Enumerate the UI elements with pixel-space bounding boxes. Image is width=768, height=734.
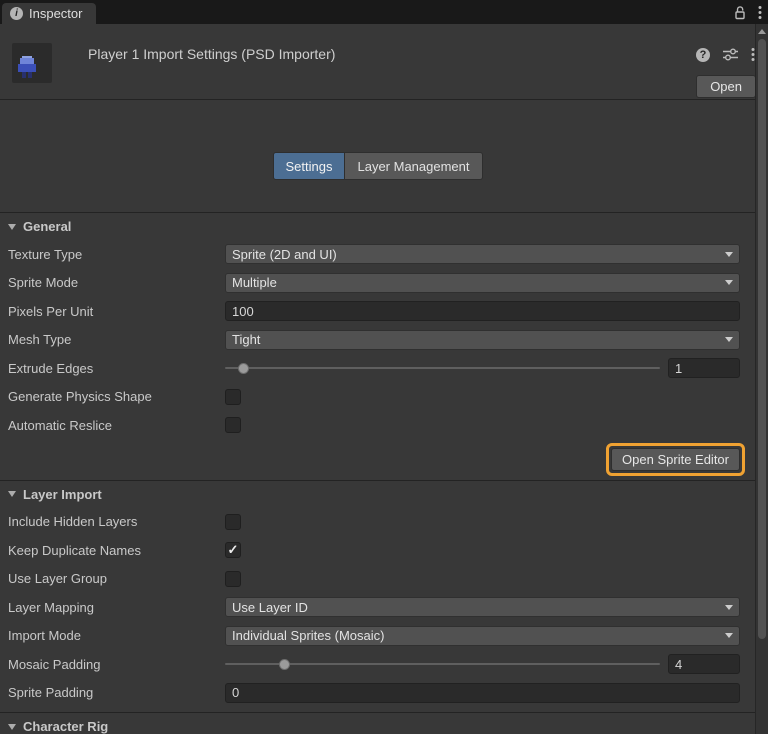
slider-handle[interactable] (279, 658, 291, 670)
unlock-icon[interactable] (734, 5, 746, 20)
chevron-down-icon (725, 604, 733, 610)
field-row-texture-type: Texture Type Sprite (2D and UI) (0, 240, 755, 269)
header-actions: ? (696, 47, 755, 62)
mosaic-padding-input[interactable] (668, 654, 740, 675)
field-row-sprite-mode: Sprite Mode Multiple (0, 269, 755, 298)
tab-settings[interactable]: Settings (272, 152, 346, 180)
automatic-reslice-label: Automatic Reslice (8, 417, 113, 433)
mosaic-padding-slider[interactable] (225, 654, 660, 674)
sprite-mode-value: Multiple (232, 275, 277, 291)
orange-highlight-annotation: Open Sprite Editor (606, 443, 745, 476)
inspector-body: Settings Layer Management General Textur… (0, 152, 755, 734)
foldout-arrow-icon[interactable] (8, 491, 16, 497)
mesh-type-dropdown[interactable]: Tight (225, 329, 740, 350)
field-row-use-layer-group: Use Layer Group (0, 565, 755, 594)
field-row-keep-duplicate-names: Keep Duplicate Names ✓ (0, 536, 755, 565)
section-header-layer-import[interactable]: Layer Import (0, 479, 755, 508)
pixels-per-unit-input[interactable] (225, 301, 740, 322)
section-header-character-rig[interactable]: Character Rig (0, 712, 755, 734)
mesh-type-label: Mesh Type (8, 332, 72, 348)
use-layer-group-checkbox[interactable] (225, 570, 241, 587)
sprite-mode-label: Sprite Mode (8, 275, 79, 291)
mosaic-padding-label: Mosaic Padding (8, 656, 101, 672)
include-hidden-layers-checkbox[interactable] (225, 513, 241, 530)
section-header-general[interactable]: General (0, 212, 755, 240)
pixels-per-unit-label: Pixels Per Unit (8, 303, 94, 319)
importer-tab-group: Settings Layer Management (0, 152, 755, 180)
field-row-sprite-padding: Sprite Padding (0, 679, 755, 708)
player-sprite-icon (18, 56, 36, 78)
slider-handle[interactable] (238, 362, 250, 374)
page-title: Player 1 Import Settings (PSD Importer) (88, 46, 336, 62)
layer-mapping-value: Use Layer ID (232, 599, 308, 615)
texture-type-value: Sprite (2D and UI) (232, 246, 337, 262)
field-row-mesh-type: Mesh Type Tight (0, 326, 755, 355)
field-row-automatic-reslice: Automatic Reslice (0, 411, 755, 440)
info-icon: i (10, 7, 23, 20)
titlebar-actions (734, 0, 762, 24)
open-sprite-editor-button[interactable]: Open Sprite Editor (611, 448, 740, 471)
sprite-editor-button-row: Open Sprite Editor (0, 440, 755, 480)
field-row-mosaic-padding: Mosaic Padding (0, 650, 755, 679)
sprite-mode-dropdown[interactable]: Multiple (225, 272, 740, 293)
generate-physics-shape-label: Generate Physics Shape (8, 389, 152, 405)
scrollbar-thumb[interactable] (758, 39, 766, 639)
sprite-padding-label: Sprite Padding (8, 685, 94, 701)
layer-mapping-label: Layer Mapping (8, 599, 94, 615)
slider-track[interactable] (225, 367, 660, 370)
keep-duplicate-names-checkbox[interactable]: ✓ (225, 542, 241, 559)
field-row-layer-mapping: Layer Mapping Use Layer ID (0, 593, 755, 622)
texture-type-dropdown[interactable]: Sprite (2D and UI) (225, 244, 740, 265)
foldout-arrow-icon[interactable] (8, 223, 16, 230)
inspector-tab[interactable]: i Inspector (2, 3, 97, 24)
section-title: Layer Import (23, 486, 102, 502)
inspector-tab-label: Inspector (29, 6, 83, 21)
mesh-type-value: Tight (232, 332, 261, 348)
import-mode-dropdown[interactable]: Individual Sprites (Mosaic) (225, 625, 740, 646)
extrude-edges-slider[interactable] (225, 358, 660, 378)
field-row-generate-physics-shape: Generate Physics Shape (0, 383, 755, 412)
import-mode-value: Individual Sprites (Mosaic) (232, 628, 385, 644)
titlebar: i Inspector (0, 0, 768, 24)
chevron-down-icon (725, 280, 733, 286)
open-button[interactable]: Open (696, 75, 756, 98)
tab-layer-management[interactable]: Layer Management (345, 152, 483, 180)
slider-track[interactable] (225, 663, 660, 666)
foldout-arrow-icon[interactable] (8, 723, 16, 730)
layer-mapping-dropdown[interactable]: Use Layer ID (225, 597, 740, 618)
import-mode-label: Import Mode (8, 628, 81, 644)
use-layer-group-label: Use Layer Group (8, 571, 107, 587)
field-row-extrude-edges: Extrude Edges (0, 354, 755, 383)
field-row-include-hidden-layers: Include Hidden Layers (0, 508, 755, 537)
texture-type-label: Texture Type (8, 246, 83, 262)
asset-thumbnail[interactable] (12, 43, 52, 83)
unity-inspector-window: i Inspector Player 1 Import Settings (PS… (0, 0, 768, 734)
automatic-reslice-checkbox[interactable] (225, 417, 241, 434)
chevron-down-icon (725, 337, 733, 343)
extrude-edges-label: Extrude Edges (8, 360, 94, 376)
section-title: Character Rig (23, 719, 109, 734)
checkmark-icon: ✓ (227, 542, 239, 558)
vertical-scrollbar[interactable] (755, 24, 768, 734)
extrude-edges-input[interactable] (668, 358, 740, 379)
chevron-down-icon (725, 251, 733, 257)
presets-icon[interactable] (723, 48, 738, 61)
field-row-pixels-per-unit: Pixels Per Unit (0, 297, 755, 326)
chevron-down-icon (725, 633, 733, 639)
field-row-import-mode: Import Mode Individual Sprites (Mosaic) (0, 622, 755, 651)
sprite-padding-input[interactable] (225, 682, 740, 703)
keep-duplicate-names-label: Keep Duplicate Names (8, 542, 141, 558)
scroll-up-arrow-icon[interactable] (758, 29, 766, 34)
help-icon[interactable]: ? (696, 47, 710, 62)
tab-kebab-menu-icon[interactable] (758, 5, 762, 20)
section-title: General (23, 219, 72, 234)
inspector-header: Player 1 Import Settings (PSD Importer) … (0, 24, 768, 100)
include-hidden-layers-label: Include Hidden Layers (8, 514, 138, 530)
generate-physics-shape-checkbox[interactable] (225, 388, 241, 405)
